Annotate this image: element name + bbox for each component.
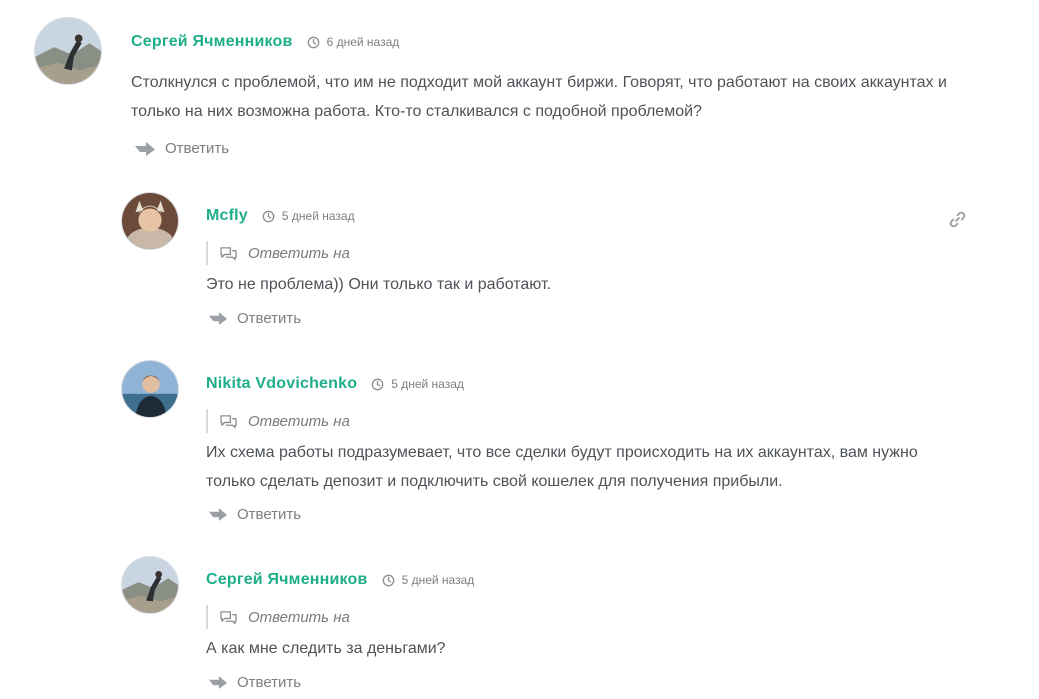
comment-4: Сергей Ячменников 5 дней назад Ответить … [0, 0, 1039, 699]
time-label: 5 дней назад [401, 573, 475, 587]
author-name[interactable]: Сергей Ячменников [206, 571, 368, 589]
comment-text: А как мне следить за деньгами? [206, 640, 446, 657]
speech-bubbles-icon [220, 610, 237, 624]
reply-label: Ответить [237, 674, 302, 691]
avatar-photo [122, 557, 178, 613]
comment-time[interactable]: 5 дней назад [382, 573, 475, 587]
clock-icon [382, 574, 394, 586]
reply-to-label: Ответить на [248, 608, 350, 626]
avatar[interactable] [121, 556, 179, 614]
comment-meta: Сергей Ячменников 5 дней назад [206, 571, 474, 589]
reply-button[interactable]: Ответить [208, 674, 301, 691]
reply-arrow-icon [208, 676, 228, 689]
reply-to-link[interactable]: Ответить на [206, 605, 350, 629]
